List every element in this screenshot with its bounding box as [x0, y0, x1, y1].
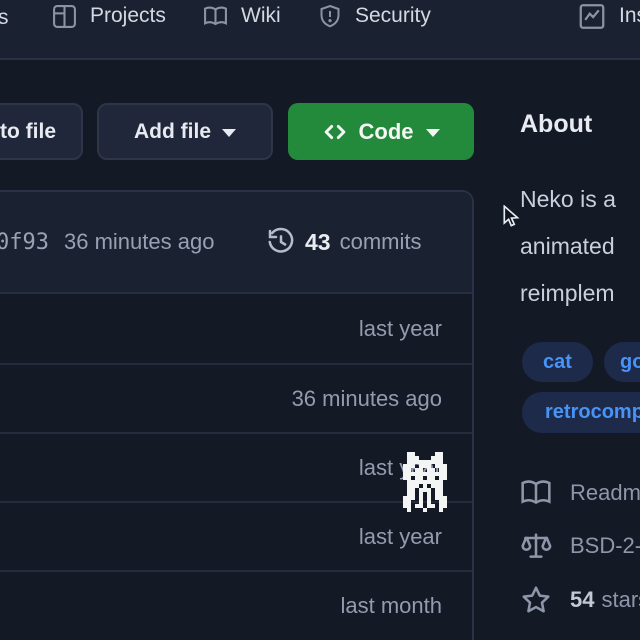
neko-cat-sprite	[403, 452, 447, 512]
repo-tab-bar: s Projects Wiki Security	[0, 0, 640, 60]
file-row[interactable]: last year	[0, 432, 472, 501]
tab-label: Projects	[90, 4, 166, 28]
star-icon	[520, 584, 552, 616]
repo-description-line: Neko is a	[520, 186, 616, 213]
tab-insights[interactable]: Insights	[578, 2, 640, 30]
tag-label: cat	[543, 351, 572, 374]
star-count: 54	[570, 587, 594, 612]
commit-count-label: commits	[340, 229, 422, 255]
commit-hash[interactable]: 0f93	[0, 230, 49, 255]
stars-label: stars	[601, 587, 640, 612]
repo-description-line: animated	[520, 233, 615, 260]
file-updated[interactable]: last month	[341, 593, 443, 619]
tab-label: Wiki	[241, 4, 281, 28]
commit-history-link[interactable]: 43 commits	[266, 227, 421, 257]
code-icon	[323, 122, 347, 142]
tab-wiki[interactable]: Wiki	[203, 2, 281, 30]
law-icon	[520, 530, 552, 562]
add-file-button[interactable]: Add file	[97, 103, 273, 160]
go-to-file-label: Go to file	[0, 120, 56, 144]
commit-time: 36 minutes ago	[64, 229, 214, 255]
topic-tag-retrocomputing[interactable]: retrocomputing	[522, 392, 640, 433]
book-icon	[203, 4, 228, 29]
readme-label: Readme	[570, 480, 640, 506]
repo-description-line: reimplem	[520, 280, 615, 307]
shield-icon	[318, 3, 342, 29]
file-row[interactable]: last year	[0, 501, 472, 570]
stars-link[interactable]: 54 stars	[520, 584, 640, 616]
history-icon	[266, 227, 296, 257]
file-browser: 0f93 36 minutes ago 43 commits last year…	[0, 190, 474, 640]
tab-label: Insights	[619, 4, 640, 28]
tab-security[interactable]: Security	[318, 2, 431, 30]
file-row[interactable]: last year	[0, 294, 472, 363]
chevron-down-icon	[426, 129, 440, 137]
project-icon	[52, 4, 77, 29]
about-heading: About	[520, 110, 592, 139]
chevron-down-icon	[222, 129, 236, 137]
add-file-label: Add file	[134, 120, 211, 144]
book-icon	[520, 477, 552, 509]
mouse-cursor	[503, 205, 520, 229]
topic-tag-cat[interactable]: cat	[522, 342, 593, 382]
go-to-file-button[interactable]: Go to file	[0, 103, 83, 160]
readme-link[interactable]: Readme	[520, 477, 640, 509]
tab-actions-partial[interactable]: s	[0, 6, 9, 30]
code-label: Code	[359, 119, 414, 145]
file-list: last year 36 minutes ago last year last …	[0, 294, 472, 639]
tag-label: go	[620, 351, 640, 374]
tab-label: Security	[355, 4, 431, 28]
file-updated[interactable]: 36 minutes ago	[292, 386, 442, 412]
file-updated[interactable]: last year	[359, 316, 442, 342]
code-button[interactable]: Code	[288, 103, 474, 160]
latest-commit-bar[interactable]: 0f93 36 minutes ago 43 commits	[0, 192, 472, 294]
license-link[interactable]: BSD-2-Clause license	[520, 530, 640, 562]
topic-tag-go[interactable]: go	[604, 342, 640, 382]
license-label: BSD-2-Clause license	[570, 533, 640, 559]
tab-projects[interactable]: Projects	[52, 2, 166, 30]
file-updated[interactable]: last year	[359, 524, 442, 550]
commit-count: 43	[305, 229, 331, 256]
tag-label: retrocomputing	[545, 401, 640, 424]
file-row[interactable]: 36 minutes ago	[0, 363, 472, 432]
file-row[interactable]: last month	[0, 570, 472, 639]
graph-icon	[578, 3, 606, 30]
github-repo-page: s Projects Wiki Security	[0, 0, 640, 640]
